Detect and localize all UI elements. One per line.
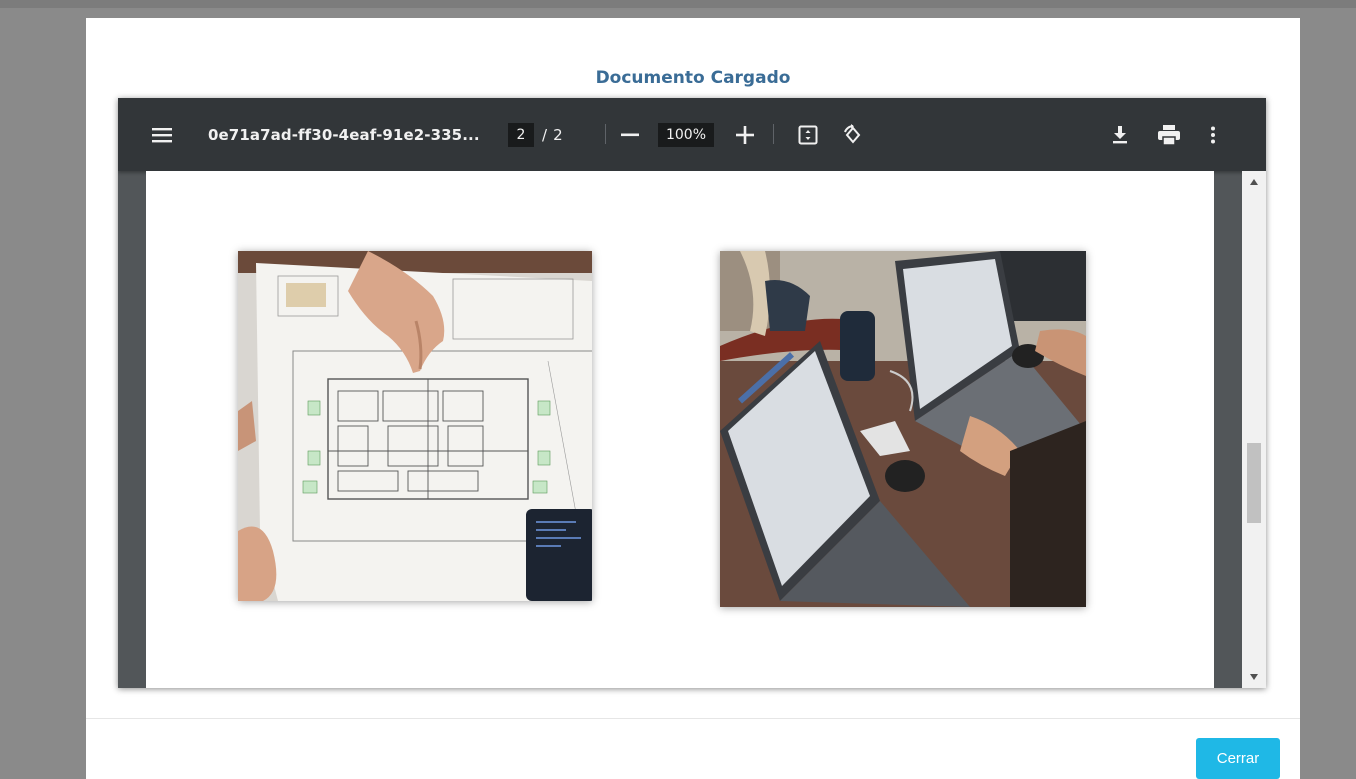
- scroll-thumb[interactable]: [1247, 443, 1261, 523]
- pdf-toolbar: 0e71a7ad-ff30-4eaf-91e2-335... 2 / 2 100…: [118, 98, 1266, 171]
- pdf-viewer: 0e71a7ad-ff30-4eaf-91e2-335... 2 / 2 100…: [118, 98, 1266, 688]
- close-button[interactable]: Cerrar: [1196, 738, 1280, 779]
- zoom-in-icon[interactable]: [736, 98, 758, 171]
- background-top-strip: [0, 0, 1356, 8]
- rotate-icon[interactable]: [842, 98, 866, 171]
- download-icon[interactable]: [1112, 98, 1132, 171]
- scroll-down-arrow-icon[interactable]: [1242, 666, 1266, 688]
- page-separator: /: [542, 125, 548, 144]
- current-page-input[interactable]: 2: [508, 122, 534, 147]
- total-pages: 2: [553, 125, 563, 144]
- vertical-scrollbar[interactable]: [1242, 171, 1266, 688]
- menu-icon[interactable]: [152, 98, 174, 171]
- floor-plan-photo: [238, 251, 592, 601]
- pdf-content-area[interactable]: [118, 171, 1242, 688]
- scroll-up-arrow-icon[interactable]: [1242, 171, 1266, 193]
- zoom-level[interactable]: 100%: [658, 98, 714, 171]
- more-vert-icon[interactable]: [1210, 98, 1218, 171]
- toolbar-divider: [773, 124, 774, 144]
- fit-page-icon[interactable]: [798, 98, 820, 171]
- document-name: 0e71a7ad-ff30-4eaf-91e2-335...: [208, 125, 480, 144]
- modal-title: Documento Cargado: [595, 68, 791, 88]
- pdf-page: [146, 171, 1214, 688]
- zoom-out-icon[interactable]: [621, 98, 643, 171]
- toolbar-divider: [605, 124, 606, 144]
- print-icon[interactable]: [1158, 98, 1182, 171]
- laptops-photo: [720, 251, 1086, 607]
- modal-footer-divider: [86, 718, 1300, 719]
- page-selector: 2 / 2: [508, 98, 563, 171]
- zoom-value[interactable]: 100%: [658, 122, 714, 147]
